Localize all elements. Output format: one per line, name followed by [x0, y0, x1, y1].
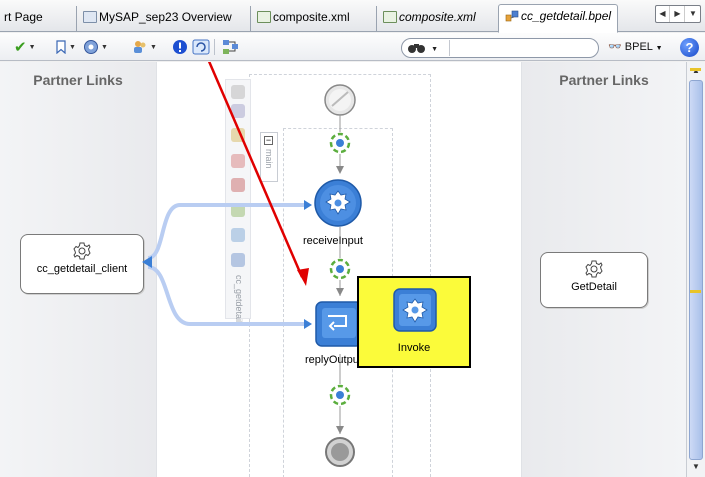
bpel-toolbar: ✔ ▼ ▼ ▼ ▼ [0, 33, 705, 61]
tab-start-page[interactable]: rt Page [0, 6, 49, 32]
tab-list-dropdown-icon[interactable]: ▼ [686, 6, 700, 22]
receive-input-label: receiveInput [303, 235, 363, 247]
overview-icon [83, 11, 97, 23]
chevron-down-icon: ▼ [69, 43, 76, 51]
reply-activity [315, 301, 363, 347]
bpel-design-canvas[interactable]: Partner Links Partner Links cc_getdetail… [0, 62, 686, 477]
refresh-button[interactable] [192, 38, 210, 56]
tab-scroll-left-icon[interactable]: ◀ [656, 6, 670, 22]
bpel-glasses-icon: 👓 [608, 41, 622, 53]
bpel-file-icon [505, 7, 519, 29]
reply-link-arrow [142, 256, 152, 268]
search-options-button[interactable]: ▼ [406, 40, 450, 56]
scroll-down-icon[interactable]: ▼ [688, 459, 704, 475]
tab-composite-xml-italic[interactable]: composite.xml [376, 6, 482, 32]
tab-mysap-overview[interactable]: MySAP_sep23 Overview [76, 6, 238, 32]
drop-zone-icon [329, 258, 351, 280]
reply-start-arrow [304, 319, 312, 329]
help-icon[interactable]: ? [680, 38, 699, 57]
canvas-vertical-scrollbar[interactable]: ▲ ▼ [686, 62, 705, 477]
drop-zone-icon [329, 132, 351, 154]
checkmark-icon: ✔ [14, 39, 27, 56]
search-input[interactable] [452, 40, 592, 56]
invoke-drag-preview: Invoke [357, 276, 471, 368]
bookmark-button[interactable]: ▼ [55, 38, 76, 56]
reply-link-line [147, 265, 306, 326]
overview-marker [690, 290, 701, 293]
scrollbar-thumb[interactable] [689, 80, 703, 460]
validate-button[interactable]: ✔ ▼ [14, 38, 36, 56]
process-button[interactable]: ▼ [83, 38, 108, 56]
tab-navigation: ◀ ▶ ▼ [655, 5, 701, 23]
info-button[interactable] [172, 38, 188, 56]
reply-output-label: replyOutput [305, 354, 362, 366]
receive-link-arrow [304, 200, 312, 210]
end-node [325, 437, 355, 467]
gear-globe-icon [84, 40, 98, 54]
overview-marker [690, 68, 701, 71]
chevron-down-icon: ▼ [150, 43, 157, 51]
deploy-button[interactable]: ▼ [132, 38, 157, 56]
chevron-down-icon: ▼ [28, 43, 36, 51]
tab-cc-getdetail-bpel[interactable]: cc_getdetail.bpel [498, 4, 619, 33]
drop-zone-icon [329, 384, 351, 406]
alert-icon [173, 40, 187, 54]
people-icon [134, 41, 146, 53]
receive-activity [314, 179, 362, 227]
chevron-down-icon: ▼ [101, 43, 108, 51]
invoke-icon [393, 288, 437, 332]
bookmark-icon [56, 40, 66, 54]
binoculars-icon [406, 42, 431, 54]
refresh-icon [192, 39, 210, 55]
chevron-down-icon: ▼ [655, 45, 663, 52]
scroll-up-icon[interactable]: ▲ [688, 63, 704, 79]
editor-tab-bar: rt Page MySAP_sep23 Overview composite.x… [0, 0, 705, 33]
layout-button[interactable] [222, 38, 240, 56]
tab-composite-xml[interactable]: composite.xml [250, 6, 356, 32]
annotation-arrow [207, 62, 309, 286]
tab-scroll-right-icon[interactable]: ▶ [671, 6, 685, 22]
hierarchy-icon [223, 40, 238, 54]
search-box: ▼ [401, 38, 599, 58]
bpel-dropdown[interactable]: 👓 BPEL ▼ [608, 40, 663, 53]
invoke-label: Invoke [397, 342, 431, 354]
process-flow-diagram [142, 62, 409, 467]
composite-icon [257, 11, 271, 23]
start-node [324, 84, 356, 116]
chevron-down-icon: ▼ [431, 46, 438, 53]
composite-icon [383, 11, 397, 23]
